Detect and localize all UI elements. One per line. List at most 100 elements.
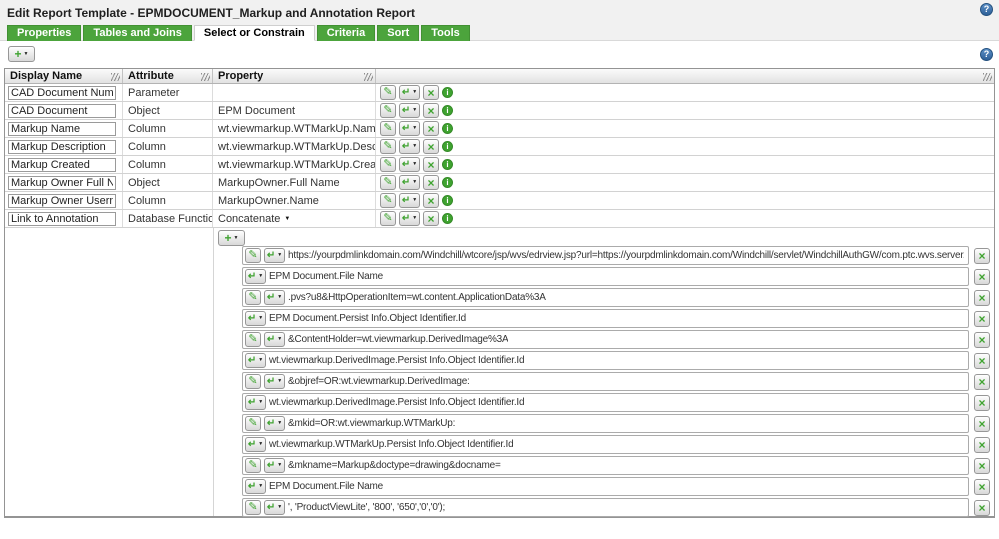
insert-menu-button[interactable]: ↵▼ [245,311,266,326]
tab-sort[interactable]: Sort [377,25,419,41]
delete-argument-button[interactable]: × [974,332,990,348]
delete-argument-button[interactable]: × [974,374,990,390]
edit-button[interactable]: ✎ [245,248,261,263]
edit-button[interactable]: ✎ [380,121,396,136]
table-header-row: Display Name Attribute Property [5,69,994,84]
insert-menu-button[interactable]: ↵▼ [264,290,285,305]
edit-button[interactable]: ✎ [380,103,396,118]
argument-value: &mkname=Markup&doctype=drawing&docname= [288,460,501,471]
delete-argument-button[interactable]: × [974,248,990,264]
delete-button[interactable]: × [423,121,439,136]
pencil-icon: ✎ [248,376,257,387]
delete-argument-button[interactable]: × [974,290,990,306]
delete-button[interactable]: × [423,175,439,190]
tab-properties[interactable]: Properties [7,25,81,41]
chevron-down-icon: ▼ [277,379,282,384]
attribute-value: Column [128,141,166,153]
insert-menu-button[interactable]: ↵▼ [245,479,266,494]
table-help-icon[interactable]: ? [980,48,993,61]
insert-menu-button[interactable]: ↵▼ [245,395,266,410]
insert-arrow-icon: ↵ [402,214,410,224]
tab-criteria[interactable]: Criteria [317,25,376,41]
delete-button[interactable]: × [423,211,439,226]
edit-button[interactable]: ✎ [245,374,261,389]
edit-button[interactable]: ✎ [245,458,261,473]
insert-menu-button[interactable]: ↵▼ [264,500,285,515]
delete-argument-button[interactable]: × [974,416,990,432]
edit-button[interactable]: ✎ [380,193,396,208]
tab-tools[interactable]: Tools [421,25,470,41]
delete-button[interactable]: × [423,85,439,100]
delete-argument-button[interactable]: × [974,500,990,516]
insert-menu-button[interactable]: ↵▼ [399,175,420,190]
edit-button[interactable]: ✎ [245,500,261,515]
column-resize-handle[interactable] [111,73,120,81]
insert-menu-button[interactable]: ↵▼ [399,121,420,136]
help-icon[interactable]: ? [980,3,993,16]
edit-button[interactable]: ✎ [380,175,396,190]
insert-menu-button[interactable]: ↵▼ [399,157,420,172]
delete-button[interactable]: × [423,103,439,118]
insert-menu-button[interactable]: ↵▼ [264,248,285,263]
insert-menu-button[interactable]: ↵▼ [399,139,420,154]
insert-menu-button[interactable]: ↵▼ [245,353,266,368]
info-icon[interactable]: i [442,105,453,116]
database-function-dropdown[interactable]: Concatenate ▼ [218,213,290,225]
delete-button[interactable]: × [423,157,439,172]
display-name-input[interactable] [8,158,116,172]
column-resize-handle[interactable] [201,73,210,81]
pencil-icon: ✎ [248,334,257,345]
delete-argument-button[interactable]: × [974,395,990,411]
display-name-input[interactable] [8,140,116,154]
delete-button[interactable]: × [423,193,439,208]
edit-button[interactable]: ✎ [380,139,396,154]
insert-menu-button[interactable]: ↵▼ [245,437,266,452]
edit-button[interactable]: ✎ [245,416,261,431]
insert-menu-button[interactable]: ↵▼ [399,85,420,100]
column-resize-handle[interactable] [983,73,992,81]
delete-argument-button[interactable]: × [974,479,990,495]
info-icon[interactable]: i [442,213,453,224]
info-icon[interactable]: i [442,177,453,188]
display-name-input[interactable] [8,104,116,118]
delete-argument-button[interactable]: × [974,269,990,285]
info-icon[interactable]: i [442,159,453,170]
column-resize-handle[interactable] [364,73,373,81]
add-report-column-button[interactable]: + ▼ [8,46,35,62]
insert-menu-button[interactable]: ↵▼ [264,458,285,473]
info-icon[interactable]: i [442,141,453,152]
display-name-input[interactable] [8,86,116,100]
insert-menu-button[interactable]: ↵▼ [399,211,420,226]
display-name-input[interactable] [8,176,116,190]
tab-tables-and-joins[interactable]: Tables and Joins [83,25,191,41]
insert-menu-button[interactable]: ↵▼ [264,374,285,389]
edit-button[interactable]: ✎ [380,211,396,226]
tab-select-or-constrain[interactable]: Select or Constrain [194,25,315,41]
argument-box: ✎ ↵▼ ', 'ProductViewLite', '800', '650',… [242,498,969,517]
insert-menu-button[interactable]: ↵▼ [245,269,266,284]
insert-arrow-icon: ↵ [267,251,275,261]
argument-row: ✎ ↵▼ &objref=OR:wt.viewmarkup.DerivedIma… [242,372,990,391]
edit-button[interactable]: ✎ [245,332,261,347]
insert-menu-button[interactable]: ↵▼ [264,332,285,347]
delete-argument-button[interactable]: × [974,353,990,369]
edit-button[interactable]: ✎ [380,85,396,100]
edit-button[interactable]: ✎ [380,157,396,172]
insert-menu-button[interactable]: ↵▼ [399,193,420,208]
display-name-input[interactable] [8,194,116,208]
info-icon[interactable]: i [442,87,453,98]
edit-button[interactable]: ✎ [245,290,261,305]
delete-argument-button[interactable]: × [974,437,990,453]
insert-menu-button[interactable]: ↵▼ [399,103,420,118]
chevron-down-icon: ▼ [277,295,282,300]
display-name-input[interactable] [8,212,116,226]
display-name-input[interactable] [8,122,116,136]
delete-button[interactable]: × [423,139,439,154]
delete-argument-button[interactable]: × [974,458,990,474]
info-icon[interactable]: i [442,123,453,134]
insert-menu-button[interactable]: ↵▼ [264,416,285,431]
info-icon[interactable]: i [442,195,453,206]
delete-argument-button[interactable]: × [974,311,990,327]
add-argument-button[interactable]: + ▼ [218,230,245,246]
pencil-icon: ✎ [248,418,257,429]
